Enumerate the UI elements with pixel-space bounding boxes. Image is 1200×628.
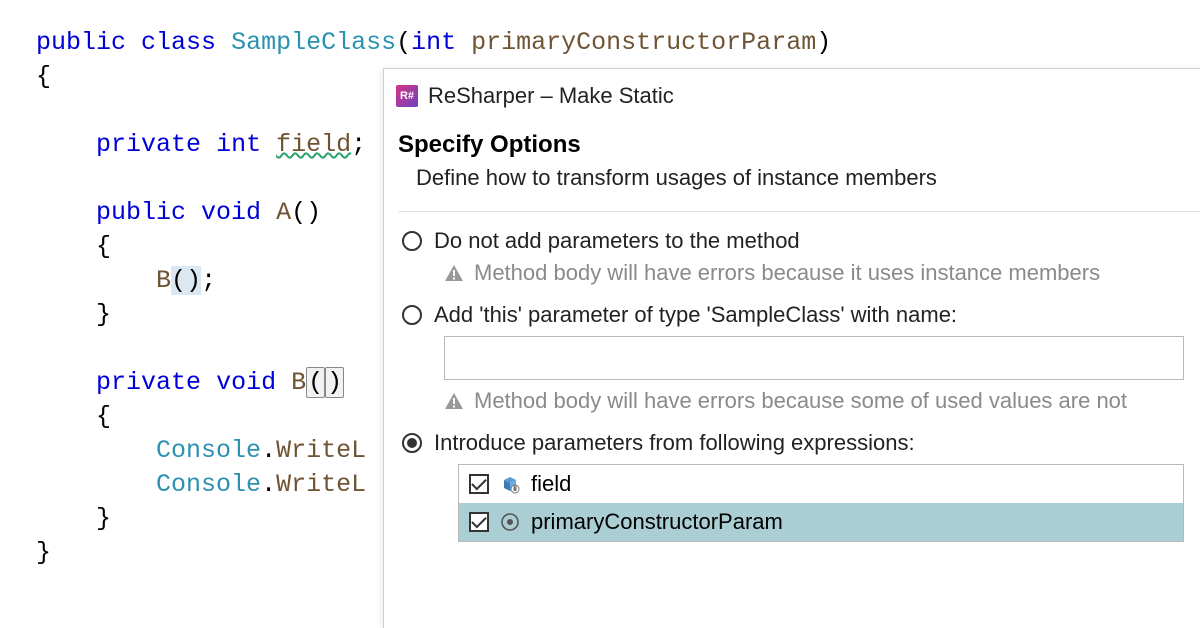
warning-text: Method body will have errors because it …: [474, 260, 1100, 286]
dialog-title: ReSharper – Make Static: [428, 83, 674, 109]
option-no-params[interactable]: Do not add parameters to the method: [398, 222, 1200, 256]
make-static-dialog: ReSharper – Make Static Specify Options …: [383, 68, 1200, 628]
option-add-this[interactable]: Add 'this' parameter of type 'SampleClas…: [398, 296, 1200, 330]
expression-item-field[interactable]: field: [459, 465, 1183, 503]
radio-icon: [402, 305, 422, 325]
dialog-subheading: Define how to transform usages of instan…: [384, 163, 1200, 207]
resharper-icon: [396, 85, 418, 107]
option-label: Do not add parameters to the method: [434, 228, 800, 254]
option-label: Introduce parameters from following expr…: [434, 430, 915, 456]
radio-icon: [402, 231, 422, 251]
checkbox-icon[interactable]: [469, 512, 489, 532]
field-icon: [499, 473, 521, 495]
option-label: Add 'this' parameter of type 'SampleClas…: [434, 302, 957, 328]
option-introduce-params[interactable]: Introduce parameters from following expr…: [398, 424, 1200, 458]
expressions-list: field primaryConstructorParam: [458, 464, 1184, 542]
radio-icon: [402, 433, 422, 453]
expression-label: field: [531, 471, 571, 497]
expression-item-primary-ctor-param[interactable]: primaryConstructorParam: [459, 503, 1183, 541]
this-param-name-input[interactable]: [444, 336, 1184, 380]
option-add-this-warning: Method body will have errors because som…: [398, 384, 1200, 424]
warning-icon: [444, 263, 464, 283]
options-group: Do not add parameters to the method Meth…: [384, 212, 1200, 542]
parameter-icon: [499, 511, 521, 533]
option-no-params-warning: Method body will have errors because it …: [398, 256, 1200, 296]
dialog-title-bar: ReSharper – Make Static: [384, 69, 1200, 115]
warning-text: Method body will have errors because som…: [474, 388, 1127, 414]
warning-icon: [444, 391, 464, 411]
expression-label: primaryConstructorParam: [531, 509, 783, 535]
dialog-heading: Specify Options: [384, 115, 1200, 163]
checkbox-icon[interactable]: [469, 474, 489, 494]
